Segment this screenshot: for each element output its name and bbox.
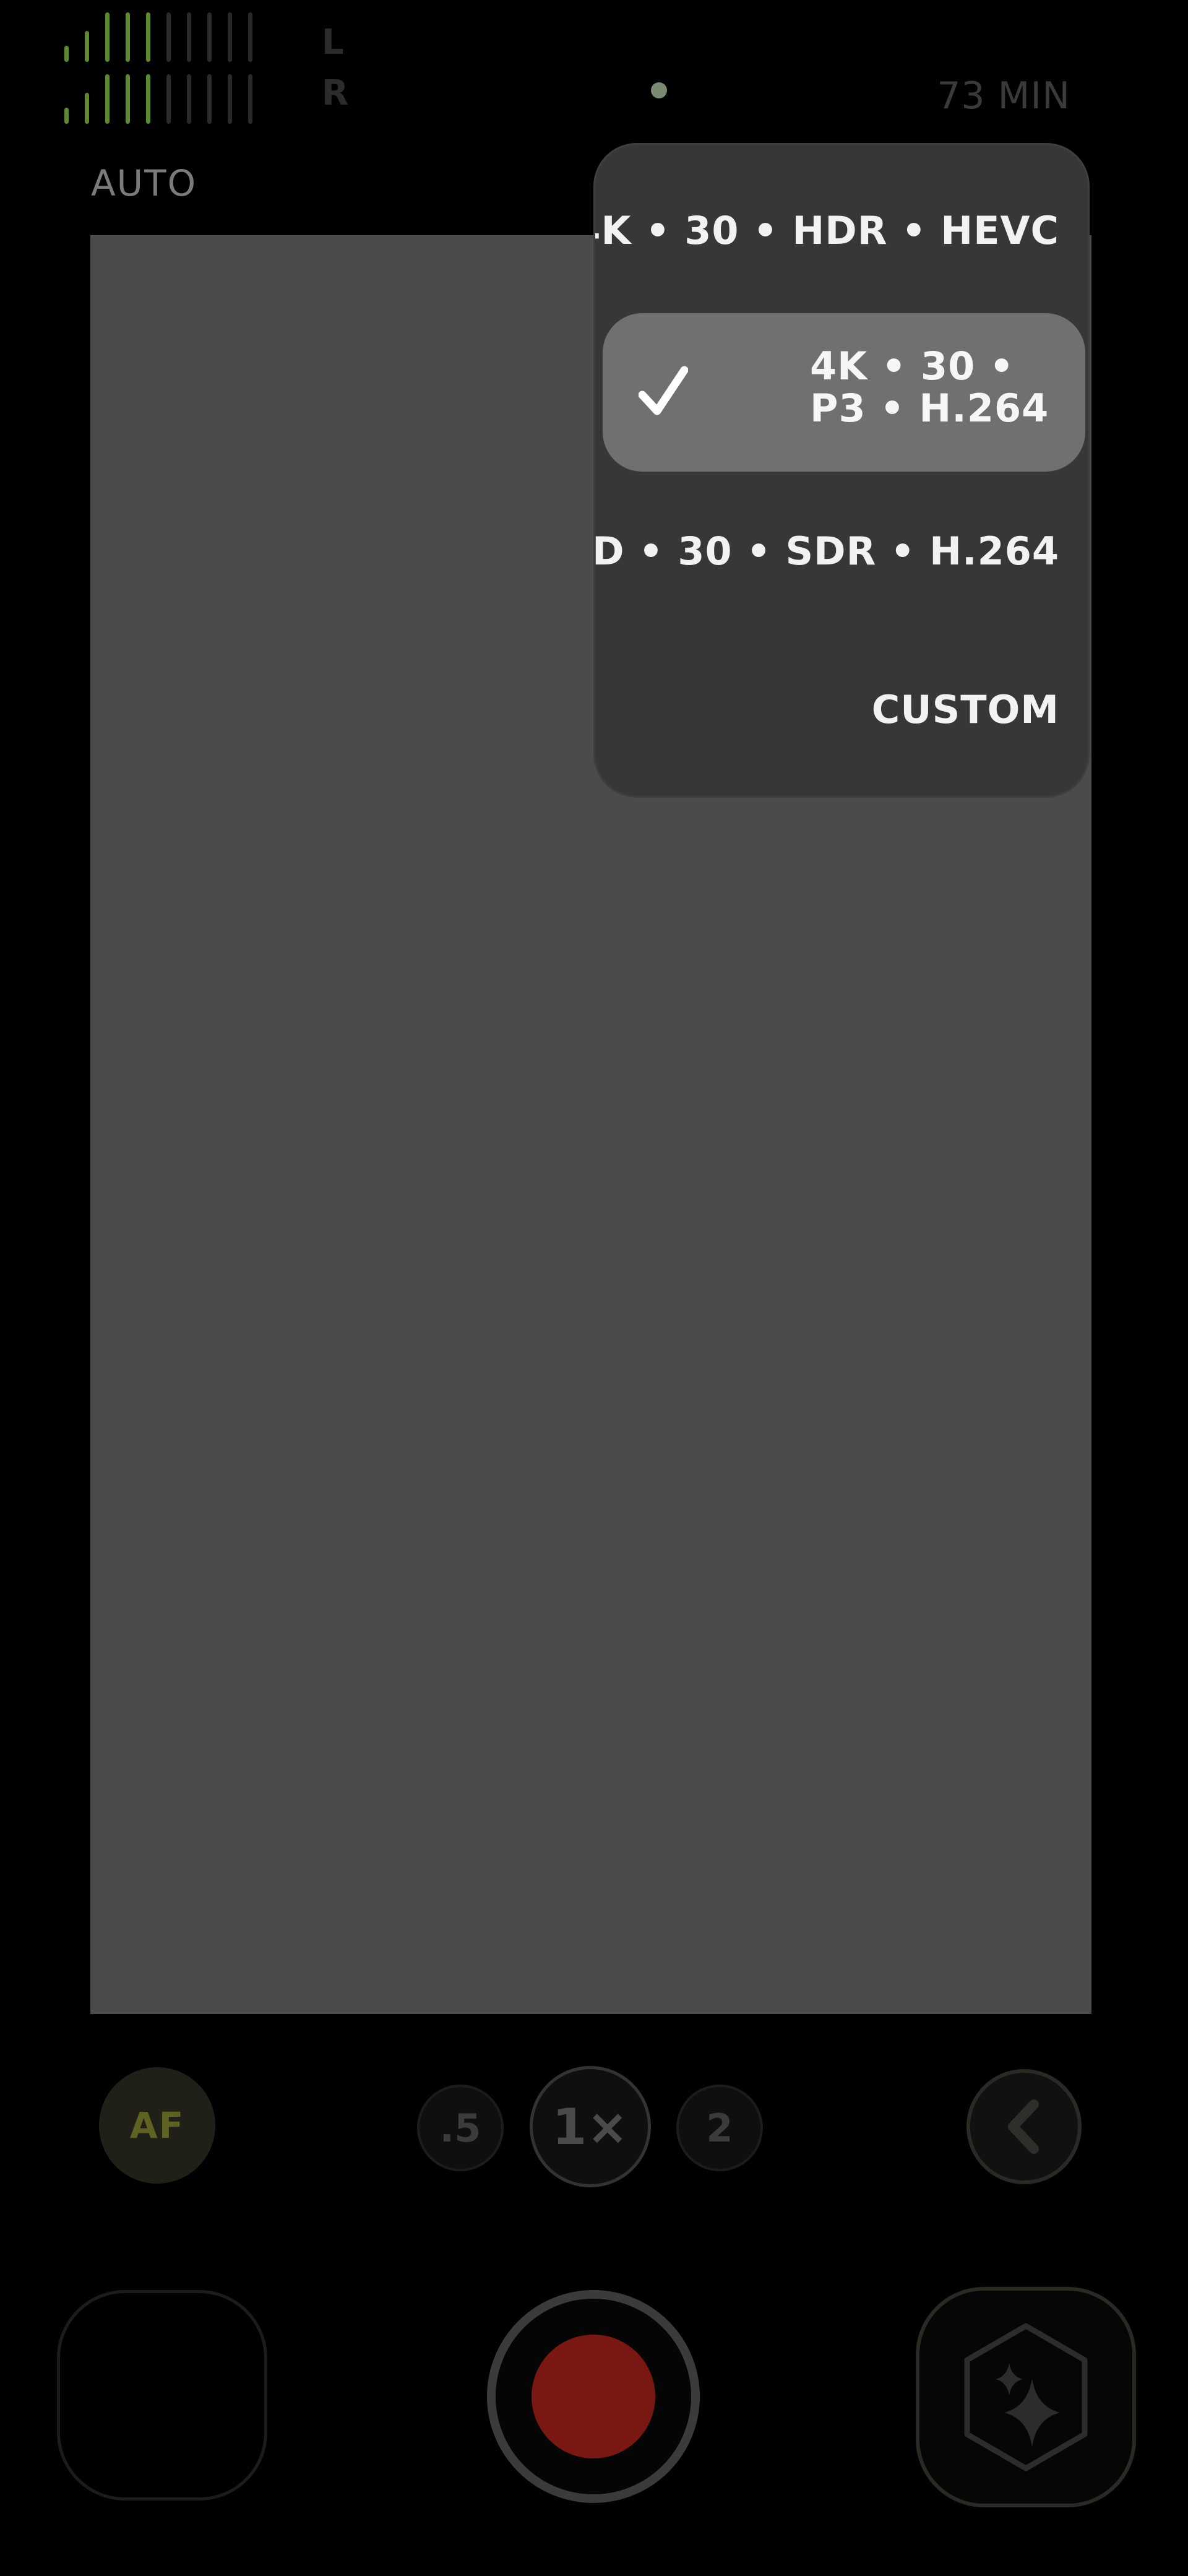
meter-bar xyxy=(64,46,69,62)
meter-bar xyxy=(228,74,232,124)
record-button[interactable] xyxy=(487,2290,700,2503)
meter-bar xyxy=(105,74,110,124)
audio-channel-right-label: R xyxy=(322,73,349,113)
meter-bar xyxy=(146,74,150,124)
meter-bar xyxy=(105,12,110,62)
format-option-custom[interactable]: CUSTOM xyxy=(872,687,1059,732)
audio-level-meter xyxy=(64,12,262,130)
zoom-0-5-button[interactable]: .5 xyxy=(417,2085,504,2171)
remaining-record-time: 73 MIN xyxy=(937,74,1070,118)
collapse-button[interactable] xyxy=(966,2069,1082,2184)
meter-bar xyxy=(207,74,212,124)
meter-bar xyxy=(228,12,232,62)
format-option-4k-p3-h264[interactable]: 4K • 30 • P3 • H.264 xyxy=(603,313,1085,472)
meter-bar xyxy=(248,74,252,124)
zoom-2x-button[interactable]: 2 xyxy=(676,2085,763,2171)
chevron-left-icon xyxy=(1008,2099,1039,2154)
format-option-fhd-sdr-h264[interactable]: FHD • 30 • SDR • H.264 xyxy=(595,529,1059,574)
meter-bar xyxy=(207,12,212,62)
meter-bar xyxy=(166,12,171,62)
meter-bar xyxy=(64,108,69,124)
sparkle-hexagon-icon xyxy=(964,2323,1088,2471)
checkmark-icon xyxy=(639,366,688,415)
autofocus-button[interactable]: AF xyxy=(99,2067,215,2184)
gallery-thumbnail[interactable] xyxy=(57,2290,267,2500)
selected-format-label: 4K • 30 • P3 • H.264 xyxy=(810,344,1049,431)
meter-bar xyxy=(248,12,252,62)
meter-bar xyxy=(85,31,89,62)
meter-bar xyxy=(187,12,191,62)
format-option-4k-hdr-hevc[interactable]: 4K • 30 • HDR • HEVC xyxy=(595,208,1059,253)
meter-bar xyxy=(187,74,191,124)
meter-bar xyxy=(85,93,89,124)
auto-mode-label[interactable]: AUTO xyxy=(91,162,197,204)
audio-channel-left-label: L xyxy=(322,22,344,63)
effects-button[interactable] xyxy=(916,2287,1136,2507)
status-indicator-dot xyxy=(651,82,667,98)
zoom-1x-button[interactable]: 1× xyxy=(530,2066,651,2187)
meter-bar xyxy=(126,12,130,62)
meter-bar xyxy=(126,74,130,124)
meter-bar xyxy=(166,74,171,124)
record-indicator xyxy=(532,2335,655,2458)
meter-bar xyxy=(146,12,150,62)
video-format-menu: 4K • 30 • HDR • HEVC 4K • 30 • P3 • H.26… xyxy=(593,143,1090,798)
